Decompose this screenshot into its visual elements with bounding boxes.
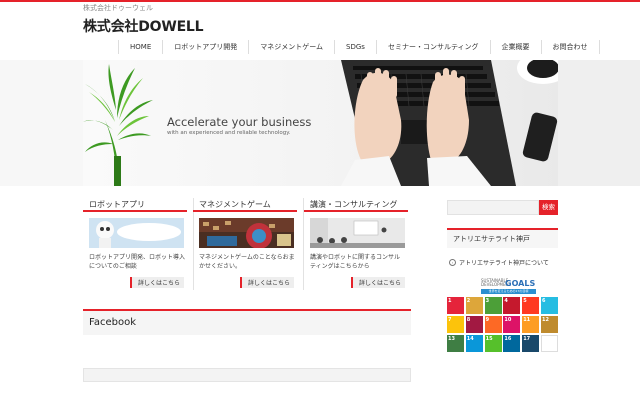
seminar-image[interactable]	[310, 218, 405, 248]
sdgs-goal-tile: 16	[503, 334, 521, 352]
sdgs-goal-number: 14	[466, 335, 474, 342]
nav-seminar[interactable]: セミナー・コンサルティング	[375, 40, 490, 54]
sdgs-goal-number: 1	[448, 298, 452, 304]
sdgs-goal-tile: 3	[484, 297, 502, 314]
facebook-title: Facebook	[89, 317, 136, 328]
nav-home[interactable]: HOME	[118, 40, 162, 54]
card-more-link[interactable]: 詳しくはこちら	[239, 277, 294, 288]
sdgs-goal-tile	[540, 334, 558, 352]
sdgs-goal-number: 16	[504, 335, 512, 342]
sdgs-goal-tile: 5	[522, 297, 540, 314]
sdgs-banner-small: SUSTAINABLE DEVELOPMENT	[481, 278, 511, 287]
search-button[interactable]: 検索	[539, 200, 558, 215]
robot-image[interactable]	[89, 218, 184, 248]
sdgs-goal-number: 12	[541, 316, 549, 323]
sdgs-goal-tile: 11	[522, 315, 540, 333]
nav-management-game[interactable]: マネジメントゲーム	[248, 40, 334, 54]
sidebar-heading: アトリエサテライト神戸	[447, 228, 558, 248]
sdgs-goal-tile: 13	[447, 334, 464, 352]
card-robot-app: ロボットアプリ ロボットアプリ開発、ロボット導入についてのご相談 詳しくはこちら	[83, 198, 187, 290]
sdgs-goal-tile: 1	[447, 297, 464, 314]
main-nav: HOME ロボットアプリ開発 マネジメントゲーム SDGs セミナー・コンサルテ…	[118, 40, 600, 54]
board-game-image[interactable]	[199, 218, 294, 248]
card-management-game: マネジメントゲーム マネジメントゲームのことならおまかせください。 詳しくはこち…	[193, 198, 297, 290]
nav-robot-app[interactable]: ロボットアプリ開発	[162, 40, 248, 54]
sdgs-goal-number: 3	[485, 298, 490, 304]
sdgs-goal-tile: 17	[522, 334, 540, 352]
card-title[interactable]: ロボットアプリ	[83, 198, 187, 212]
sdgs-goal-grid: 1 2 3 4 5 6 7 8 9 10 11 12 13 14 15 16 17	[447, 297, 558, 352]
sdgs-goal-tile: 2	[465, 297, 483, 314]
sdgs-goal-number: 15	[485, 335, 493, 342]
hero-title: Accelerate your business	[167, 115, 312, 129]
sdgs-goal-number: 5	[523, 298, 527, 304]
card-seminar: 講演・コンサルティング 講演やロボットに関するコンサルティングはこちらから 詳し…	[304, 198, 408, 290]
sdgs-goal-number: 4	[504, 298, 508, 304]
facebook-widget: Facebook	[83, 309, 411, 335]
site-tagline: 株式会社ドゥーウェル	[83, 4, 153, 12]
sdgs-goal-tile: 6	[540, 297, 558, 314]
search-input[interactable]	[447, 200, 539, 215]
card-text: マネジメントゲームのことならおまかせください。	[199, 254, 295, 270]
sdgs-goal-number: 9	[485, 316, 490, 323]
sdgs-goal-tile: 4	[503, 297, 521, 314]
sdgs-goal-number: 6	[541, 298, 546, 304]
card-text: ロボットアプリ開発、ロボット導入についてのご相談	[89, 254, 186, 270]
service-cards: ロボットアプリ ロボットアプリ開発、ロボット導入についてのご相談 詳しくはこちら…	[83, 198, 411, 290]
hero-banner: Accelerate your business with an experie…	[0, 60, 640, 186]
sdgs-goal-tile: 7	[447, 315, 464, 333]
sdgs-goal-tile: 10	[503, 315, 521, 333]
sidebar-link[interactable]: › アトリエサテライト神戸について	[449, 258, 549, 267]
card-text: 講演やロボットに関するコンサルティングはこちらから	[310, 254, 401, 270]
hero-image: Accelerate your business with an experie…	[83, 60, 558, 186]
hero-subtitle: with an experienced and reliable technol…	[167, 130, 291, 136]
cup-phone-image	[517, 60, 558, 162]
sdgs-banner: SUSTAINABLE DEVELOPMENT GOALS 世界を変えるための1…	[471, 279, 536, 295]
sdgs-goal-number: 17	[523, 335, 531, 342]
sidebar-link-label: アトリエサテライト神戸について	[459, 260, 549, 267]
site-title[interactable]: 株式会社DOWELL	[83, 16, 204, 36]
sdgs-goal-number: 13	[448, 335, 455, 342]
card-title[interactable]: 講演・コンサルティング	[304, 198, 408, 212]
footer-box	[83, 368, 411, 382]
sdgs-goal-number: 10	[504, 316, 512, 323]
nav-sdgs[interactable]: SDGs	[334, 40, 376, 54]
sdgs-goal-tile: 8	[465, 315, 483, 333]
plant-image	[83, 64, 153, 186]
nav-contact[interactable]: お問合わせ	[540, 40, 600, 54]
sdgs-goal-tile: 9	[484, 315, 502, 333]
sdgs-goal-number: 8	[466, 316, 471, 323]
top-accent-line	[0, 0, 640, 2]
sdgs-goal-tile: 12	[540, 315, 558, 333]
sdgs-goal-tile: 15	[484, 334, 502, 352]
sdgs-goal-number: 7	[448, 316, 452, 323]
sdgs-goal-number: 2	[466, 298, 471, 304]
sdgs-banner-strip: 世界を変えるための17の目標	[481, 289, 536, 294]
nav-company[interactable]: 企業概要	[489, 40, 541, 54]
sdgs-goal-number: 11	[523, 316, 531, 323]
sdgs-goal-tile: 14	[465, 334, 483, 352]
card-title[interactable]: マネジメントゲーム	[193, 198, 297, 212]
laptop-hands-image	[341, 60, 516, 186]
arrow-circle-icon: ›	[449, 259, 456, 266]
sdgs-banner-goals: GOALS	[505, 279, 536, 288]
sdgs-badge[interactable]: SUSTAINABLE DEVELOPMENT GOALS 世界を変えるための1…	[447, 279, 558, 352]
card-more-link[interactable]: 詳しくはこちら	[129, 277, 184, 288]
card-more-link[interactable]: 詳しくはこちら	[350, 277, 405, 288]
